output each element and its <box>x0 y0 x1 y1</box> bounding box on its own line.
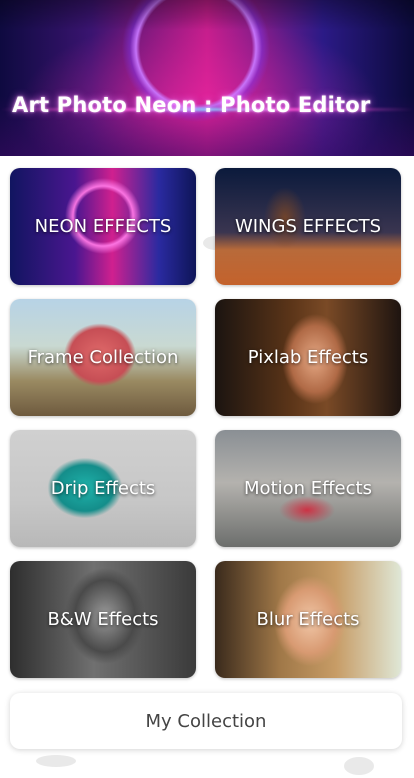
tile-frame-collection[interactable]: Frame Collection <box>10 299 196 416</box>
my-collection-button[interactable]: My Collection <box>10 693 402 749</box>
tile-label: Frame Collection <box>27 347 179 368</box>
tile-label: Pixlab Effects <box>247 347 369 368</box>
tile-label: NEON EFFECTS <box>34 216 172 237</box>
tile-label: Motion Effects <box>244 478 372 499</box>
background-splash <box>344 757 374 775</box>
app-title: Art Photo Neon : Photo Editor <box>12 93 371 117</box>
background-splash <box>36 755 76 767</box>
tile-drip-effects[interactable]: Drip Effects <box>10 430 196 547</box>
tile-neon-effects[interactable]: NEON EFFECTS <box>10 168 196 285</box>
my-collection-label: My Collection <box>145 710 267 732</box>
tile-label: WINGS EFFECTS <box>234 216 382 237</box>
tile-pixlab-effects[interactable]: Pixlab Effects <box>215 299 401 416</box>
tile-motion-effects[interactable]: Motion Effects <box>215 430 401 547</box>
header-banner: Art Photo Neon : Photo Editor <box>0 0 414 156</box>
tile-bw-effects[interactable]: B&W Effects <box>10 561 196 678</box>
tile-label: Blur Effects <box>256 609 360 630</box>
tile-wings-effects[interactable]: WINGS EFFECTS <box>215 168 401 285</box>
tile-label: Drip Effects <box>50 478 156 499</box>
tile-label: B&W Effects <box>47 609 159 630</box>
tile-blur-effects[interactable]: Blur Effects <box>215 561 401 678</box>
